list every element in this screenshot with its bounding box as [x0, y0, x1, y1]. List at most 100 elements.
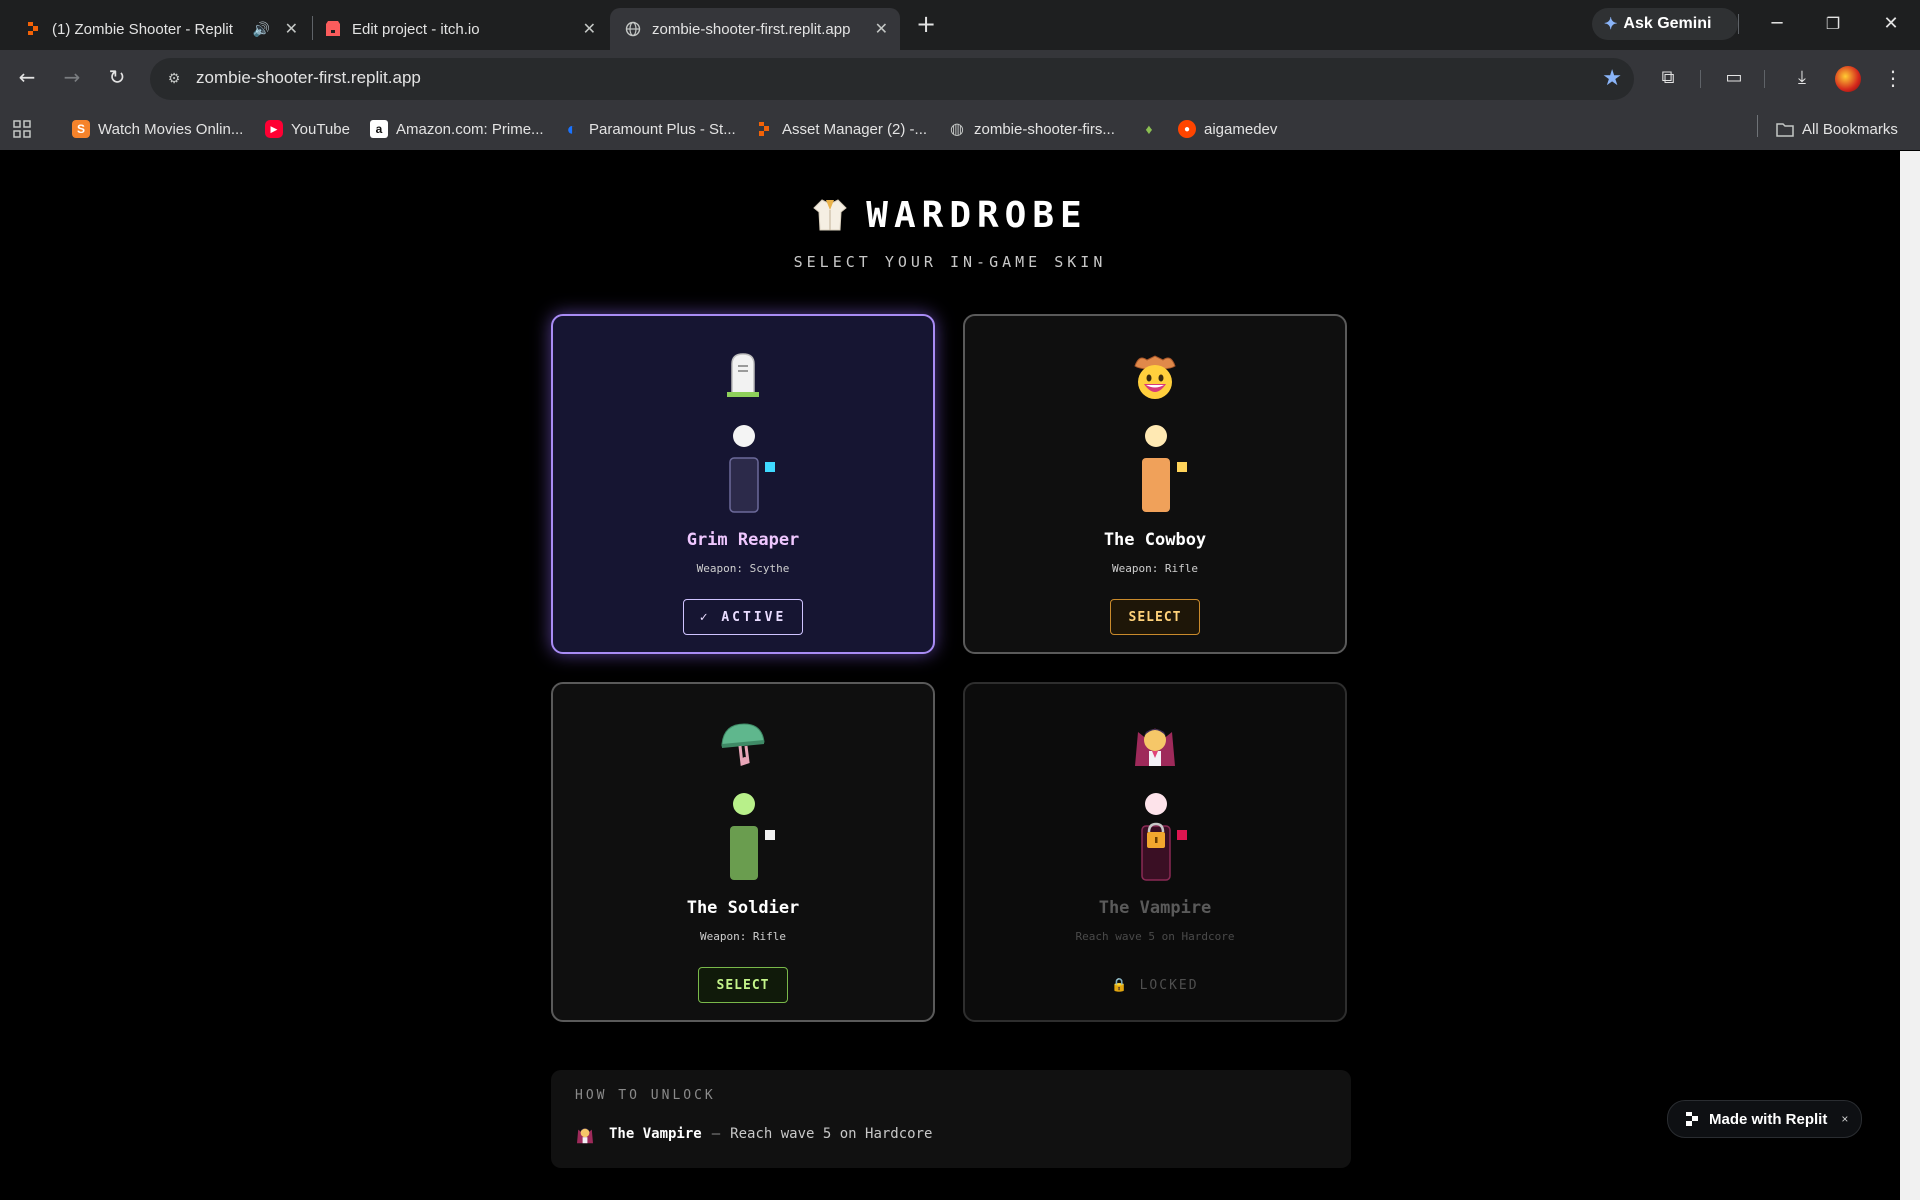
game-favicon-icon: ♦: [1145, 121, 1153, 137]
made-with-replit-badge[interactable]: Made with Replit ×: [1667, 1100, 1862, 1138]
vampire-icon: [965, 718, 1345, 770]
unlock-skin-name: The Vampire: [609, 1126, 702, 1142]
bookmarks-bar: S Watch Movies Onlin... ▶ YouTube a Amaz…: [0, 108, 1920, 151]
bookmarks-divider: [1757, 115, 1758, 137]
bookmark-asset-manager[interactable]: Asset Manager (2) -...: [756, 115, 927, 143]
select-button[interactable]: SELECT: [1110, 599, 1200, 635]
paramount-icon: ◐: [566, 118, 578, 139]
tab-close-icon[interactable]: ✕: [583, 19, 596, 39]
profile-avatar[interactable]: [1835, 66, 1861, 92]
tab-title: (1) Zombie Shooter - Replit: [52, 20, 233, 38]
bookmark-zombie-shooter[interactable]: ◍ zombie-shooter-firs...: [948, 115, 1115, 143]
skin-name: The Cowboy: [1103, 530, 1207, 550]
tab-zombie-shooter-replit[interactable]: (1) Zombie Shooter - Replit 🔊 ✕: [10, 8, 310, 50]
military-helmet-icon: [553, 718, 933, 770]
extensions-icon[interactable]: ⧉: [1654, 64, 1682, 92]
robe-icon: [813, 199, 848, 231]
back-icon[interactable]: ←: [12, 62, 42, 92]
skin-card-soldier[interactable]: The Soldier Weapon: Rifle SELECT: [551, 682, 935, 1022]
soldier-figure: [730, 793, 775, 880]
url-text[interactable]: zombie-shooter-first.replit.app: [196, 68, 421, 88]
download-icon[interactable]: ⤓: [1788, 64, 1816, 92]
skin-card-cowboy[interactable]: The Cowboy Weapon: Rifle SELECT: [963, 314, 1347, 654]
globe-icon: [624, 20, 642, 38]
skin-name: The Soldier: [686, 898, 800, 918]
gemini-label: Ask Gemini: [1623, 15, 1712, 32]
skin-name: The Vampire: [1098, 898, 1212, 918]
skin-name: Grim Reaper: [686, 530, 800, 550]
tab-zombie-shooter-app[interactable]: zombie-shooter-first.replit.app ✕: [610, 8, 900, 50]
bookmark-amazon[interactable]: a Amazon.com: Prime...: [370, 115, 544, 143]
unlock-requirement: Reach wave 5 on Hardcore: [730, 1126, 933, 1142]
forward-icon[interactable]: →: [57, 62, 87, 92]
new-tab-button[interactable]: +: [913, 12, 939, 38]
menu-icon[interactable]: ⋮: [1879, 64, 1907, 92]
replit-favicon-icon: [24, 20, 42, 38]
cast-icon[interactable]: ▭: [1720, 64, 1748, 92]
bookmark-label: All Bookmarks: [1802, 120, 1898, 138]
bookmark-star-icon[interactable]: ★: [1602, 66, 1622, 91]
amazon-icon: a: [370, 120, 388, 138]
bookmark-youtube[interactable]: ▶ YouTube: [265, 115, 350, 143]
browser-toolbar: ← → ↻ ⚙ zombie-shooter-first.replit.app …: [0, 50, 1920, 108]
bookmark-paramount[interactable]: ◐ Paramount Plus - St...: [563, 115, 736, 143]
site-info-icon[interactable]: ⚙: [162, 67, 186, 91]
active-button[interactable]: ✓ ACTIVE: [683, 599, 803, 635]
lock-icon: 🔒: [1111, 977, 1130, 993]
apps-grid-icon[interactable]: [12, 115, 32, 143]
tab-title: Edit project - itch.io: [352, 20, 480, 38]
toolbar-divider: [1738, 14, 1739, 34]
skin-weapon: Weapon: Scythe: [696, 562, 790, 575]
bookmark-label: Amazon.com: Prime...: [396, 120, 544, 138]
close-window-icon[interactable]: ✕: [1876, 10, 1906, 38]
badge-close-icon[interactable]: ×: [1841, 1112, 1848, 1126]
unlock-row: The Vampire — Reach wave 5 on Hardcore: [575, 1124, 932, 1144]
grim-reaper-figure: [729, 425, 775, 513]
ask-gemini-button[interactable]: ✦ Ask Gemini: [1592, 8, 1738, 40]
bookmark-aigamedev[interactable]: ● aigamedev: [1178, 115, 1277, 143]
unlock-separator: —: [711, 1126, 721, 1142]
title-text: WARDROBE: [866, 195, 1088, 236]
skin-weapon: Weapon: Rifle: [699, 930, 787, 943]
replit-logo-icon: [1686, 1112, 1698, 1126]
bookmark-folder-icon[interactable]: ♦: [1140, 115, 1166, 143]
badge-label: Made with Replit: [1709, 1110, 1828, 1128]
page-subtitle: SELECT YOUR IN-GAME SKIN: [793, 253, 1107, 271]
vampire-icon: [577, 1128, 593, 1144]
gemini-sparkle-icon: ✦: [1604, 16, 1618, 33]
restore-icon[interactable]: ❐: [1818, 10, 1848, 38]
bookmark-label: Watch Movies Onlin...: [98, 120, 244, 138]
tab-title: zombie-shooter-first.replit.app: [652, 20, 851, 38]
minimize-icon[interactable]: ─: [1762, 10, 1792, 38]
how-to-unlock-panel: HOW TO UNLOCK The Vampire — Reach wave 5…: [551, 1070, 1351, 1168]
headstone-icon: [553, 350, 933, 402]
all-bookmarks-button[interactable]: All Bookmarks: [1776, 115, 1898, 143]
reddit-icon: ●: [1178, 120, 1196, 138]
unlock-requirement: Reach wave 5 on Hardcore: [1075, 930, 1235, 943]
audio-icon[interactable]: 🔊: [253, 21, 270, 38]
tab-close-icon[interactable]: ✕: [285, 19, 298, 39]
bookmark-label: YouTube: [291, 120, 350, 138]
tab-edit-project-itch[interactable]: Edit project - itch.io ✕: [310, 8, 608, 50]
youtube-icon: ▶: [265, 120, 283, 138]
skin-card-vampire: The Vampire Reach wave 5 on Hardcore 🔒 L…: [963, 682, 1347, 1022]
select-button[interactable]: SELECT: [698, 967, 788, 1003]
cowboy-face-icon: [965, 350, 1345, 402]
page-scrollbar[interactable]: [1900, 151, 1920, 1200]
locked-indicator: 🔒 LOCKED: [1095, 967, 1215, 1003]
globe-icon: ◍: [950, 121, 964, 138]
page-title: WARDROBE: [0, 195, 1900, 236]
toolbar-divider: [1700, 70, 1701, 88]
vampire-figure: [1141, 793, 1187, 881]
folder-icon: [1776, 120, 1794, 138]
reload-icon[interactable]: ↻: [102, 62, 132, 92]
bookmark-watch-movies[interactable]: S Watch Movies Onlin...: [72, 115, 243, 143]
skin-card-grim-reaper[interactable]: Grim Reaper Weapon: Scythe ✓ ACTIVE: [551, 314, 935, 654]
skin-weapon: Weapon: Rifle: [1111, 562, 1199, 575]
address-bar[interactable]: ⚙ zombie-shooter-first.replit.app ★: [150, 58, 1634, 100]
page-viewport: WARDROBE SELECT YOUR IN-GAME SKIN Grim R…: [0, 151, 1900, 1200]
tab-close-icon[interactable]: ✕: [875, 19, 888, 39]
itch-favicon-icon: [324, 20, 342, 38]
bookmark-label: Asset Manager (2) -...: [782, 120, 928, 138]
bookmark-label: Paramount Plus - St...: [589, 120, 736, 138]
